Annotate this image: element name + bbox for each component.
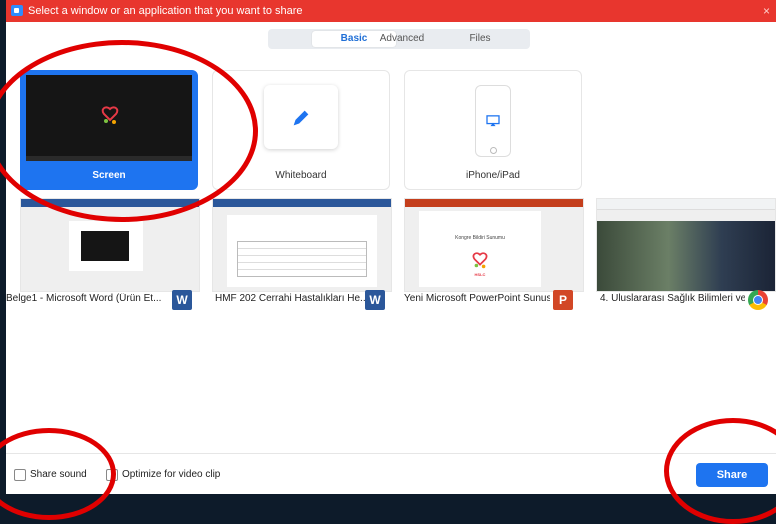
screen-thumbnail [26, 75, 192, 161]
hslc-logo-icon [472, 252, 488, 269]
slide-title: Kongre Bildiri Sunumu [455, 235, 505, 241]
word-ribbon [21, 199, 199, 207]
close-icon[interactable]: × [763, 0, 770, 22]
app-label-belge1: Belge1 - Microsoft Word (Ürün Et... [6, 293, 162, 304]
dialog-footer: Share sound Optimize for video clip Shar… [6, 453, 776, 494]
optimize-video-label: Optimize for video clip [122, 469, 221, 480]
browser-toolbar [597, 199, 775, 210]
chrome-center [753, 295, 763, 305]
tab-advanced[interactable]: Advanced [360, 31, 444, 47]
app-window-chrome[interactable] [596, 198, 776, 292]
app-window-hmf202[interactable] [212, 198, 392, 292]
iphone-ipad-option[interactable]: iPhone/iPad [404, 70, 582, 190]
pencil-icon [293, 110, 309, 126]
word-ribbon [213, 199, 391, 207]
document-table [237, 241, 367, 277]
app-window-belge1[interactable] [20, 198, 200, 292]
powerpoint-icon: P [553, 290, 573, 310]
chrome-icon [748, 290, 768, 310]
word-icon: W [172, 290, 192, 310]
taskbar [26, 156, 192, 161]
tab-files[interactable]: Files [438, 31, 522, 47]
app-label-hmf202: HMF 202 Cerrahi Hastalıkları He... [215, 293, 365, 304]
app-window-powerpoint[interactable]: Kongre Bildiri Sunumu HSLC [404, 198, 584, 292]
share-dialog: Select a window or an application that y… [6, 0, 776, 494]
hslc-logo-icon [101, 106, 119, 124]
airplay-icon [486, 115, 500, 127]
phone-preview [475, 85, 511, 157]
document-page [227, 215, 377, 287]
share-button[interactable]: Share [696, 463, 768, 487]
screen-option[interactable]: Screen [20, 70, 198, 190]
window-title: Select a window or an application that y… [28, 5, 303, 17]
zoom-icon [11, 5, 23, 16]
whiteboard-option[interactable]: Whiteboard [212, 70, 390, 190]
screen-label: Screen [92, 170, 126, 181]
app-label-chrome: 4. Uluslararası Sağlık Bilimleri ve ... [600, 293, 745, 304]
document-page [69, 221, 143, 271]
tab-bar: Basic Advanced Files [268, 29, 530, 49]
share-sound-label: Share sound [30, 469, 87, 480]
home-button [490, 147, 497, 154]
app-label-powerpoint: Yeni Microsoft PowerPoint Sunus... [404, 293, 550, 304]
webpage-photo [597, 221, 775, 291]
whiteboard-label: Whiteboard [275, 170, 327, 181]
share-sound-checkbox[interactable] [14, 469, 26, 481]
optimize-video-checkbox[interactable] [106, 469, 118, 481]
whiteboard-preview [264, 85, 338, 149]
iphone-label: iPhone/iPad [466, 170, 520, 181]
slide-preview: Kongre Bildiri Sunumu HSLC [419, 211, 541, 287]
embedded-image [81, 231, 129, 261]
word-icon: W [365, 290, 385, 310]
title-bar: Select a window or an application that y… [6, 0, 776, 22]
ppt-ribbon [405, 199, 583, 207]
slide-logo-text: HSLC [474, 272, 486, 277]
